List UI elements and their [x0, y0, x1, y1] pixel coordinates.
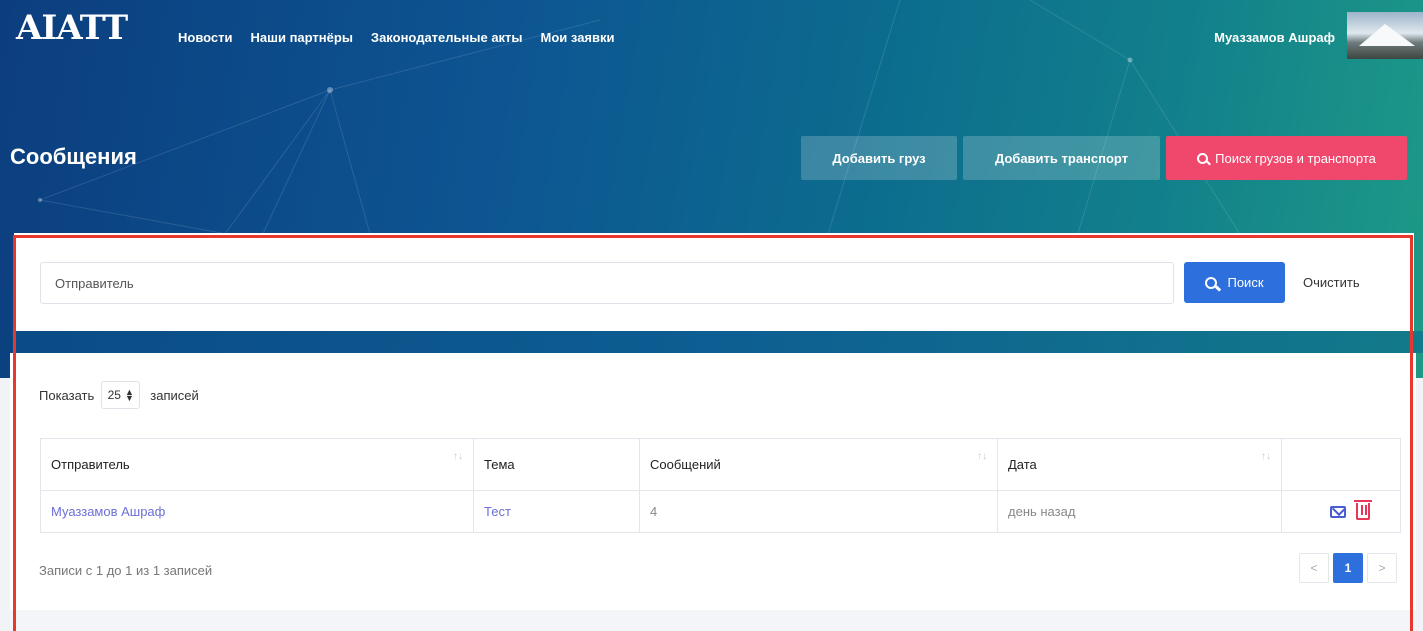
avatar[interactable] [1347, 12, 1423, 59]
sort-icon: ↑↓ [1261, 451, 1271, 462]
table-info: Записи с 1 до 1 из 1 записей [39, 563, 213, 578]
cell-count: 4 [639, 490, 998, 533]
main-nav: Новости Наши партнёры Законодательные ак… [178, 30, 615, 45]
nav-legislation[interactable]: Законодательные акты [371, 30, 523, 45]
pagination-next[interactable]: > [1367, 553, 1397, 583]
banner-strip [12, 331, 1423, 353]
column-header-label: Сообщений [650, 457, 721, 472]
column-header-topic: Тема [473, 438, 640, 491]
search-button[interactable]: Поиск [1184, 262, 1285, 303]
envelope-icon[interactable] [1330, 505, 1347, 518]
cell-actions [1281, 490, 1401, 533]
user-name[interactable]: Муаззамов Ашраф [1214, 30, 1335, 45]
sort-icon: ↑↓ [453, 451, 463, 462]
cell-topic[interactable]: Тест [473, 490, 640, 533]
search-cargo-transport-button[interactable]: Поиск грузов и транспорта [1166, 136, 1407, 180]
add-transport-button[interactable]: Добавить транспорт [963, 136, 1160, 180]
page-title: Сообщения [10, 144, 137, 169]
cell-sender[interactable]: Муаззамов Ашраф [40, 490, 474, 533]
site-logo[interactable]: AIATT [16, 8, 128, 48]
table-row: Муаззамов Ашраф Тест 4 день назад [40, 490, 1401, 533]
column-header-count[interactable]: Сообщений ↑↓ [639, 438, 998, 491]
page-length-select[interactable]: 25 ▲ ▼ [101, 381, 141, 409]
sender-search-placeholder: Отправитель [55, 275, 134, 291]
page-length-value: 25 [107, 388, 121, 402]
records-label: записей [150, 387, 199, 403]
nav-news[interactable]: Новости [178, 30, 233, 45]
show-label: Показать [39, 387, 95, 403]
search-button-label: Поиск [1227, 275, 1264, 290]
pagination-prev[interactable]: < [1299, 553, 1329, 583]
pagination: < 1 > [1299, 553, 1397, 583]
search-icon [1197, 152, 1209, 164]
column-header-label: Тема [484, 457, 515, 472]
search-icon [1205, 276, 1218, 289]
nav-partners[interactable]: Наши партнёры [251, 30, 353, 45]
column-header-date[interactable]: Дата ↑↓ [997, 438, 1282, 491]
column-header-sender[interactable]: Отправитель ↑↓ [40, 438, 474, 491]
column-header-label: Отправитель [51, 457, 130, 472]
search-cargo-transport-label: Поиск грузов и транспорта [1215, 150, 1376, 166]
add-cargo-button[interactable]: Добавить груз [801, 136, 957, 180]
clear-button[interactable]: Очистить [1303, 275, 1360, 290]
cell-date: день назад [997, 490, 1282, 533]
trash-icon[interactable] [1354, 500, 1372, 521]
sort-arrows-icon: ▲ ▼ [124, 387, 134, 403]
pagination-page-1[interactable]: 1 [1333, 553, 1363, 583]
nav-my-requests[interactable]: Мои заявки [541, 30, 615, 45]
messages-card: Показать 25 ▲ ▼ записей Отправитель ↑↓ Те… [10, 353, 1416, 631]
sort-icon: ↑↓ [977, 451, 987, 462]
filter-card: Отправитель Поиск Очистить [14, 233, 1414, 331]
sender-search-input[interactable]: Отправитель [40, 262, 1174, 304]
messages-table: Отправитель ↑↓ Тема Сообщений ↑↓ Дата ↑↓ [40, 438, 1401, 533]
page-length-control: Показать 25 ▲ ▼ записей [39, 381, 199, 409]
footer-band [10, 610, 1416, 631]
column-header-actions [1281, 438, 1401, 491]
column-header-label: Дата [1008, 457, 1037, 472]
